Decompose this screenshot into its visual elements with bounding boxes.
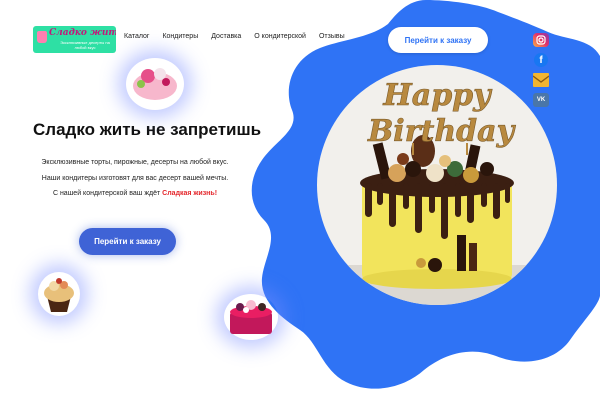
birthday-cake-photo: Happy Birthday	[317, 65, 557, 305]
logo-tagline: Эксклюзивные десерты на любой вкус	[60, 40, 110, 50]
decor-cake-berry	[224, 294, 278, 340]
hero-title: Сладко жить не запретишь	[33, 120, 262, 139]
svg-text:Happy: Happy	[382, 78, 493, 113]
hero-order-button[interactable]: Перейти к заказу	[79, 228, 176, 255]
decor-cake-pink	[126, 58, 184, 110]
mail-icon[interactable]	[533, 73, 549, 87]
header-order-button[interactable]: Перейти к заказу	[388, 27, 488, 53]
nav-item-catalog[interactable]: Каталог	[124, 33, 149, 40]
nav-item-confectioners[interactable]: Кондитеры	[162, 33, 198, 40]
logo[interactable]: Сладко жить Эксклюзивные десерты на любо…	[33, 26, 116, 53]
decor-cupcake	[38, 272, 80, 316]
logo-cake-icon	[37, 31, 47, 43]
instagram-icon[interactable]	[533, 33, 549, 47]
hero-line3-text: С нашей кондитерской ваш ждёт	[52, 190, 163, 197]
brand-name: Сладкая жизнь!	[162, 190, 218, 197]
hero-description-line1: Эксклюзивные торты, пирожные, десерты на…	[41, 159, 229, 166]
hero-description-line2: Наши кондитеры изготовят для вас десерт …	[41, 175, 229, 182]
nav-item-delivery[interactable]: Доставка	[211, 33, 241, 40]
vk-icon[interactable]: VK	[533, 93, 549, 107]
logo-title: Сладко жить	[49, 28, 116, 38]
facebook-icon[interactable]: f	[534, 53, 548, 67]
hero-description-line3: С нашей кондитерской ваш ждёт Сладкая жи…	[20, 190, 250, 197]
svg-text:Birthday: Birthday	[367, 114, 517, 149]
